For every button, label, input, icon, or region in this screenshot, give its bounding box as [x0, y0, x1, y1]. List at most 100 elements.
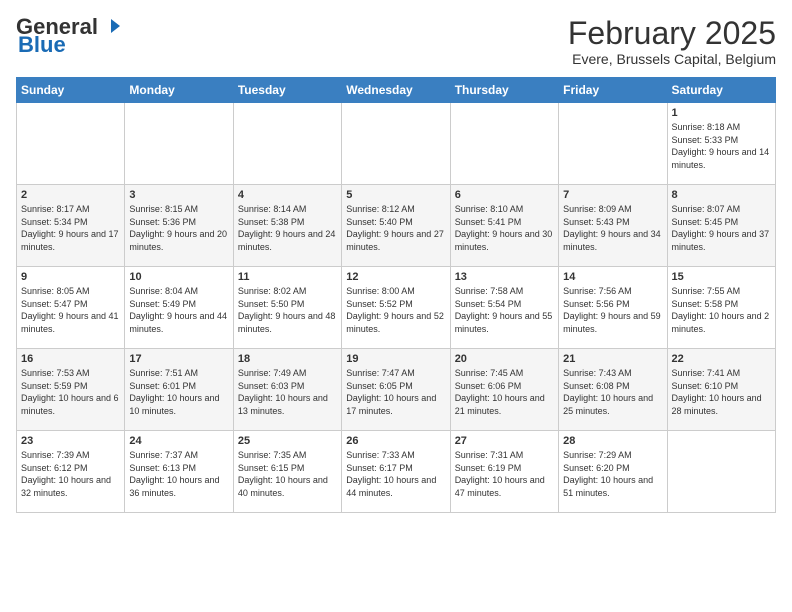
day-info: Sunrise: 7:55 AM Sunset: 5:58 PM Dayligh… [672, 285, 771, 335]
day-cell: 5Sunrise: 8:12 AM Sunset: 5:40 PM Daylig… [342, 185, 450, 267]
day-info: Sunrise: 8:00 AM Sunset: 5:52 PM Dayligh… [346, 285, 445, 335]
day-cell [125, 103, 233, 185]
day-number: 20 [455, 353, 554, 365]
day-cell [17, 103, 125, 185]
week-row-4: 23 Sunrise: 7:39 AM Sunset: 6:12 PM Dayli… [17, 431, 776, 513]
day-cell: 22Sunrise: 7:41 AM Sunset: 6:10 PM Dayli… [667, 349, 775, 431]
day-number: 7 [563, 189, 662, 201]
day-cell: 26 Sunrise: 7:33 AM Sunset: 6:17 PM Dayli… [342, 431, 450, 513]
day-info: Sunrise: 8:10 AM Sunset: 5:41 PM Dayligh… [455, 203, 554, 253]
logo-icon [102, 17, 120, 35]
day-cell: 2 Sunrise: 8:17 AM Sunset: 5:34 PM Daylig… [17, 185, 125, 267]
day-info: Sunrise: 7:37 AM Sunset: 6:13 PM Dayligh… [129, 449, 228, 499]
day-info: Sunrise: 7:43 AM Sunset: 6:08 PM Dayligh… [563, 367, 662, 417]
day-cell: 28 Sunrise: 7:29 AM Sunset: 6:20 PM Dayli… [559, 431, 667, 513]
day-number: 15 [672, 271, 771, 283]
header: General Blue February 2025 Evere, Brusse… [16, 16, 776, 67]
day-cell: 23 Sunrise: 7:39 AM Sunset: 6:12 PM Dayli… [17, 431, 125, 513]
weekday-header-tuesday: Tuesday [233, 78, 341, 103]
day-number: 5 [346, 189, 445, 201]
day-cell: 25 Sunrise: 7:35 AM Sunset: 6:15 PM Dayli… [233, 431, 341, 513]
day-cell [667, 431, 775, 513]
calendar-table: SundayMondayTuesdayWednesdayThursdayFrid… [16, 77, 776, 513]
weekday-header-saturday: Saturday [667, 78, 775, 103]
day-info: Sunrise: 7:53 AM Sunset: 5:59 PM Dayligh… [21, 367, 120, 417]
week-row-1: 2 Sunrise: 8:17 AM Sunset: 5:34 PM Daylig… [17, 185, 776, 267]
title-block: February 2025 Evere, Brussels Capital, B… [568, 16, 776, 67]
day-info: Sunrise: 8:02 AM Sunset: 5:50 PM Dayligh… [238, 285, 337, 335]
day-info: Sunrise: 7:47 AM Sunset: 6:05 PM Dayligh… [346, 367, 445, 417]
day-info: Sunrise: 7:58 AM Sunset: 5:54 PM Dayligh… [455, 285, 554, 335]
day-number: 17 [129, 353, 228, 365]
day-number: 9 [21, 271, 120, 283]
day-cell: 1Sunrise: 8:18 AM Sunset: 5:33 PM Daylig… [667, 103, 775, 185]
day-cell: 19 Sunrise: 7:47 AM Sunset: 6:05 PM Dayli… [342, 349, 450, 431]
day-info: Sunrise: 7:45 AM Sunset: 6:06 PM Dayligh… [455, 367, 554, 417]
day-info: Sunrise: 7:31 AM Sunset: 6:19 PM Dayligh… [455, 449, 554, 499]
day-cell: 13Sunrise: 7:58 AM Sunset: 5:54 PM Dayli… [450, 267, 558, 349]
weekday-header-wednesday: Wednesday [342, 78, 450, 103]
day-info: Sunrise: 7:49 AM Sunset: 6:03 PM Dayligh… [238, 367, 337, 417]
day-info: Sunrise: 7:35 AM Sunset: 6:15 PM Dayligh… [238, 449, 337, 499]
day-number: 19 [346, 353, 445, 365]
page: General Blue February 2025 Evere, Brusse… [0, 0, 792, 612]
weekday-header-thursday: Thursday [450, 78, 558, 103]
day-info: Sunrise: 8:15 AM Sunset: 5:36 PM Dayligh… [129, 203, 228, 253]
logo-blue-text: Blue [18, 34, 66, 56]
day-info: Sunrise: 8:14 AM Sunset: 5:38 PM Dayligh… [238, 203, 337, 253]
day-info: Sunrise: 7:33 AM Sunset: 6:17 PM Dayligh… [346, 449, 445, 499]
day-cell: 10 Sunrise: 8:04 AM Sunset: 5:49 PM Dayli… [125, 267, 233, 349]
day-info: Sunrise: 7:29 AM Sunset: 6:20 PM Dayligh… [563, 449, 662, 499]
day-cell: 21 Sunrise: 7:43 AM Sunset: 6:08 PM Dayli… [559, 349, 667, 431]
day-cell: 3 Sunrise: 8:15 AM Sunset: 5:36 PM Daylig… [125, 185, 233, 267]
day-info: Sunrise: 7:51 AM Sunset: 6:01 PM Dayligh… [129, 367, 228, 417]
day-number: 27 [455, 435, 554, 447]
day-cell: 15 Sunrise: 7:55 AM Sunset: 5:58 PM Dayli… [667, 267, 775, 349]
day-cell: 6 Sunrise: 8:10 AM Sunset: 5:41 PM Daylig… [450, 185, 558, 267]
day-info: Sunrise: 8:05 AM Sunset: 5:47 PM Dayligh… [21, 285, 120, 335]
day-number: 26 [346, 435, 445, 447]
day-info: Sunrise: 8:09 AM Sunset: 5:43 PM Dayligh… [563, 203, 662, 253]
day-number: 3 [129, 189, 228, 201]
day-number: 2 [21, 189, 120, 201]
day-number: 12 [346, 271, 445, 283]
day-number: 28 [563, 435, 662, 447]
day-cell: 14 Sunrise: 7:56 AM Sunset: 5:56 PM Dayli… [559, 267, 667, 349]
day-cell: 12 Sunrise: 8:00 AM Sunset: 5:52 PM Dayli… [342, 267, 450, 349]
day-info: Sunrise: 7:56 AM Sunset: 5:56 PM Dayligh… [563, 285, 662, 335]
week-row-3: 16 Sunrise: 7:53 AM Sunset: 5:59 PM Dayli… [17, 349, 776, 431]
month-title: February 2025 [568, 16, 776, 51]
day-number: 25 [238, 435, 337, 447]
day-info: Sunrise: 8:07 AM Sunset: 5:45 PM Dayligh… [672, 203, 771, 253]
day-cell: 17 Sunrise: 7:51 AM Sunset: 6:01 PM Dayli… [125, 349, 233, 431]
day-number: 4 [238, 189, 337, 201]
weekday-header-sunday: Sunday [17, 78, 125, 103]
day-number: 10 [129, 271, 228, 283]
day-number: 6 [455, 189, 554, 201]
day-cell [559, 103, 667, 185]
weekday-header-row: SundayMondayTuesdayWednesdayThursdayFrid… [17, 78, 776, 103]
day-number: 23 [21, 435, 120, 447]
logo: General Blue [16, 16, 120, 56]
day-cell: 20 Sunrise: 7:45 AM Sunset: 6:06 PM Dayli… [450, 349, 558, 431]
day-cell: 27 Sunrise: 7:31 AM Sunset: 6:19 PM Dayli… [450, 431, 558, 513]
day-info: Sunrise: 8:04 AM Sunset: 5:49 PM Dayligh… [129, 285, 228, 335]
day-cell [233, 103, 341, 185]
day-cell: 24 Sunrise: 7:37 AM Sunset: 6:13 PM Dayli… [125, 431, 233, 513]
week-row-2: 9 Sunrise: 8:05 AM Sunset: 5:47 PM Daylig… [17, 267, 776, 349]
day-info: Sunrise: 7:39 AM Sunset: 6:12 PM Dayligh… [21, 449, 120, 499]
week-row-0: 1Sunrise: 8:18 AM Sunset: 5:33 PM Daylig… [17, 103, 776, 185]
day-cell: 11Sunrise: 8:02 AM Sunset: 5:50 PM Dayli… [233, 267, 341, 349]
day-number: 1 [672, 107, 771, 119]
day-number: 24 [129, 435, 228, 447]
day-cell: 18Sunrise: 7:49 AM Sunset: 6:03 PM Dayli… [233, 349, 341, 431]
day-info: Sunrise: 8:17 AM Sunset: 5:34 PM Dayligh… [21, 203, 120, 253]
day-number: 22 [672, 353, 771, 365]
location-title: Evere, Brussels Capital, Belgium [568, 51, 776, 67]
day-number: 14 [563, 271, 662, 283]
day-number: 21 [563, 353, 662, 365]
weekday-header-monday: Monday [125, 78, 233, 103]
day-number: 8 [672, 189, 771, 201]
day-cell [342, 103, 450, 185]
day-number: 16 [21, 353, 120, 365]
